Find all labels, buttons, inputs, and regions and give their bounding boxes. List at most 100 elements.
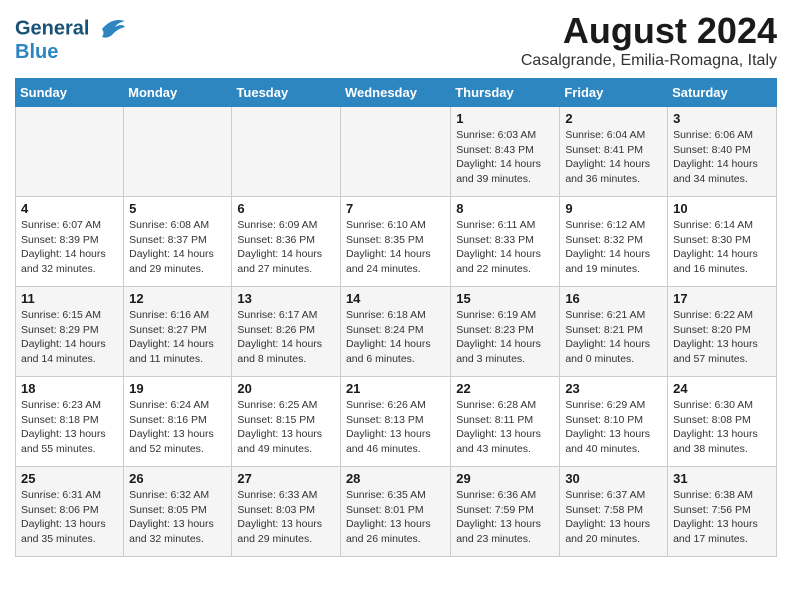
calendar-cell: 9 Sunrise: 6:12 AM Sunset: 8:32 PM Daylig… (560, 197, 668, 287)
day-number: 17 (673, 291, 771, 306)
day-info: Sunrise: 6:03 AM Sunset: 8:43 PM Dayligh… (456, 128, 554, 187)
calendar-cell: 4 Sunrise: 6:07 AM Sunset: 8:39 PM Daylig… (16, 197, 124, 287)
calendar-cell: 15Sunrise: 6:19 AM Sunset: 8:23 PM Dayli… (451, 287, 560, 377)
day-info: Sunrise: 6:29 AM Sunset: 8:10 PM Dayligh… (565, 398, 662, 457)
day-info: Sunrise: 6:14 AM Sunset: 8:30 PM Dayligh… (673, 218, 771, 277)
day-number: 7 (346, 201, 445, 216)
day-number: 22 (456, 381, 554, 396)
day-number: 9 (565, 201, 662, 216)
calendar-cell: 23 Sunrise: 6:29 AM Sunset: 8:10 PM Dayli… (560, 377, 668, 467)
day-number: 18 (21, 381, 118, 396)
calendar-cell (16, 107, 124, 197)
day-info: Sunrise: 6:08 AM Sunset: 8:37 PM Dayligh… (129, 218, 226, 277)
day-info: Sunrise: 6:07 AM Sunset: 8:39 PM Dayligh… (21, 218, 118, 277)
day-info: Sunrise: 6:10 AM Sunset: 8:35 PM Dayligh… (346, 218, 445, 277)
day-info: Sunrise: 6:15 AM Sunset: 8:29 PM Dayligh… (21, 308, 118, 367)
day-info: Sunrise: 6:25 AM Sunset: 8:15 PM Dayligh… (237, 398, 335, 457)
calendar-header-row: SundayMondayTuesdayWednesdayThursdayFrid… (16, 79, 777, 107)
day-info: Sunrise: 6:21 AM Sunset: 8:21 PM Dayligh… (565, 308, 662, 367)
calendar-cell: 21 Sunrise: 6:26 AM Sunset: 8:13 PM Dayli… (340, 377, 450, 467)
day-info: Sunrise: 6:16 AM Sunset: 8:27 PM Dayligh… (129, 308, 226, 367)
calendar-cell: 28Sunrise: 6:35 AM Sunset: 8:01 PM Dayli… (340, 467, 450, 557)
calendar-cell: 6 Sunrise: 6:09 AM Sunset: 8:36 PM Daylig… (232, 197, 341, 287)
calendar-cell: 14 Sunrise: 6:18 AM Sunset: 8:24 PM Dayli… (340, 287, 450, 377)
day-info: Sunrise: 6:09 AM Sunset: 8:36 PM Dayligh… (237, 218, 335, 277)
calendar-cell: 18 Sunrise: 6:23 AM Sunset: 8:18 PM Dayli… (16, 377, 124, 467)
day-number: 29 (456, 471, 554, 486)
day-number: 8 (456, 201, 554, 216)
day-number: 14 (346, 291, 445, 306)
day-info: Sunrise: 6:04 AM Sunset: 8:41 PM Dayligh… (565, 128, 662, 187)
calendar-cell: 10 Sunrise: 6:14 AM Sunset: 8:30 PM Dayli… (668, 197, 777, 287)
day-number: 25 (21, 471, 118, 486)
day-number: 4 (21, 201, 118, 216)
day-info: Sunrise: 6:31 AM Sunset: 8:06 PM Dayligh… (21, 488, 118, 547)
day-number: 26 (129, 471, 226, 486)
day-number: 20 (237, 381, 335, 396)
calendar-header-thursday: Thursday (451, 79, 560, 107)
calendar-cell: 16Sunrise: 6:21 AM Sunset: 8:21 PM Dayli… (560, 287, 668, 377)
day-info: Sunrise: 6:22 AM Sunset: 8:20 PM Dayligh… (673, 308, 771, 367)
header: General Blue August 2024 Casalgrande, Em… (15, 10, 777, 70)
calendar-header-monday: Monday (124, 79, 232, 107)
day-info: Sunrise: 6:28 AM Sunset: 8:11 PM Dayligh… (456, 398, 554, 457)
day-info: Sunrise: 6:36 AM Sunset: 7:59 PM Dayligh… (456, 488, 554, 547)
day-number: 24 (673, 381, 771, 396)
day-info: Sunrise: 6:37 AM Sunset: 7:58 PM Dayligh… (565, 488, 662, 547)
logo-blue: Blue (15, 41, 127, 63)
title-section: August 2024 Casalgrande, Emilia-Romagna,… (521, 10, 777, 70)
day-info: Sunrise: 6:06 AM Sunset: 8:40 PM Dayligh… (673, 128, 771, 187)
day-number: 3 (673, 111, 771, 126)
calendar-cell: 24 Sunrise: 6:30 AM Sunset: 8:08 PM Dayli… (668, 377, 777, 467)
day-number: 19 (129, 381, 226, 396)
calendar-cell: 8 Sunrise: 6:11 AM Sunset: 8:33 PM Daylig… (451, 197, 560, 287)
calendar-week-2: 4 Sunrise: 6:07 AM Sunset: 8:39 PM Daylig… (16, 197, 777, 287)
day-info: Sunrise: 6:12 AM Sunset: 8:32 PM Dayligh… (565, 218, 662, 277)
calendar-header-wednesday: Wednesday (340, 79, 450, 107)
day-number: 21 (346, 381, 445, 396)
calendar-cell: 27Sunrise: 6:33 AM Sunset: 8:03 PM Dayli… (232, 467, 341, 557)
calendar-cell: 20 Sunrise: 6:25 AM Sunset: 8:15 PM Dayli… (232, 377, 341, 467)
calendar-cell: 30Sunrise: 6:37 AM Sunset: 7:58 PM Dayli… (560, 467, 668, 557)
calendar-cell: 2Sunrise: 6:04 AM Sunset: 8:41 PM Daylig… (560, 107, 668, 197)
calendar-week-4: 18 Sunrise: 6:23 AM Sunset: 8:18 PM Dayli… (16, 377, 777, 467)
calendar-cell: 25 Sunrise: 6:31 AM Sunset: 8:06 PM Dayli… (16, 467, 124, 557)
day-info: Sunrise: 6:38 AM Sunset: 7:56 PM Dayligh… (673, 488, 771, 547)
day-number: 12 (129, 291, 226, 306)
calendar-cell: 13Sunrise: 6:17 AM Sunset: 8:26 PM Dayli… (232, 287, 341, 377)
day-number: 31 (673, 471, 771, 486)
calendar-cell: 22 Sunrise: 6:28 AM Sunset: 8:11 PM Dayli… (451, 377, 560, 467)
day-info: Sunrise: 6:26 AM Sunset: 8:13 PM Dayligh… (346, 398, 445, 457)
day-info: Sunrise: 6:18 AM Sunset: 8:24 PM Dayligh… (346, 308, 445, 367)
day-number: 6 (237, 201, 335, 216)
day-number: 11 (21, 291, 118, 306)
calendar-cell: 1 Sunrise: 6:03 AM Sunset: 8:43 PM Daylig… (451, 107, 560, 197)
calendar-cell (124, 107, 232, 197)
day-info: Sunrise: 6:30 AM Sunset: 8:08 PM Dayligh… (673, 398, 771, 457)
day-number: 23 (565, 381, 662, 396)
calendar-cell (232, 107, 341, 197)
day-info: Sunrise: 6:11 AM Sunset: 8:33 PM Dayligh… (456, 218, 554, 277)
day-number: 1 (456, 111, 554, 126)
day-number: 5 (129, 201, 226, 216)
subtitle: Casalgrande, Emilia-Romagna, Italy (521, 52, 777, 70)
calendar-cell: 19 Sunrise: 6:24 AM Sunset: 8:16 PM Dayli… (124, 377, 232, 467)
calendar-header-friday: Friday (560, 79, 668, 107)
calendar-cell: 31 Sunrise: 6:38 AM Sunset: 7:56 PM Dayli… (668, 467, 777, 557)
calendar-header-saturday: Saturday (668, 79, 777, 107)
calendar-header-sunday: Sunday (16, 79, 124, 107)
day-number: 10 (673, 201, 771, 216)
day-info: Sunrise: 6:35 AM Sunset: 8:01 PM Dayligh… (346, 488, 445, 547)
calendar-cell: 12 Sunrise: 6:16 AM Sunset: 8:27 PM Dayli… (124, 287, 232, 377)
day-number: 13 (237, 291, 335, 306)
day-info: Sunrise: 6:23 AM Sunset: 8:18 PM Dayligh… (21, 398, 118, 457)
calendar-cell: 11 Sunrise: 6:15 AM Sunset: 8:29 PM Dayli… (16, 287, 124, 377)
calendar-header-tuesday: Tuesday (232, 79, 341, 107)
day-info: Sunrise: 6:33 AM Sunset: 8:03 PM Dayligh… (237, 488, 335, 547)
day-info: Sunrise: 6:24 AM Sunset: 8:16 PM Dayligh… (129, 398, 226, 457)
calendar-week-3: 11 Sunrise: 6:15 AM Sunset: 8:29 PM Dayli… (16, 287, 777, 377)
calendar-cell: 17 Sunrise: 6:22 AM Sunset: 8:20 PM Dayli… (668, 287, 777, 377)
calendar-cell: 5 Sunrise: 6:08 AM Sunset: 8:37 PM Daylig… (124, 197, 232, 287)
calendar: SundayMondayTuesdayWednesdayThursdayFrid… (15, 78, 777, 557)
calendar-week-1: 1 Sunrise: 6:03 AM Sunset: 8:43 PM Daylig… (16, 107, 777, 197)
